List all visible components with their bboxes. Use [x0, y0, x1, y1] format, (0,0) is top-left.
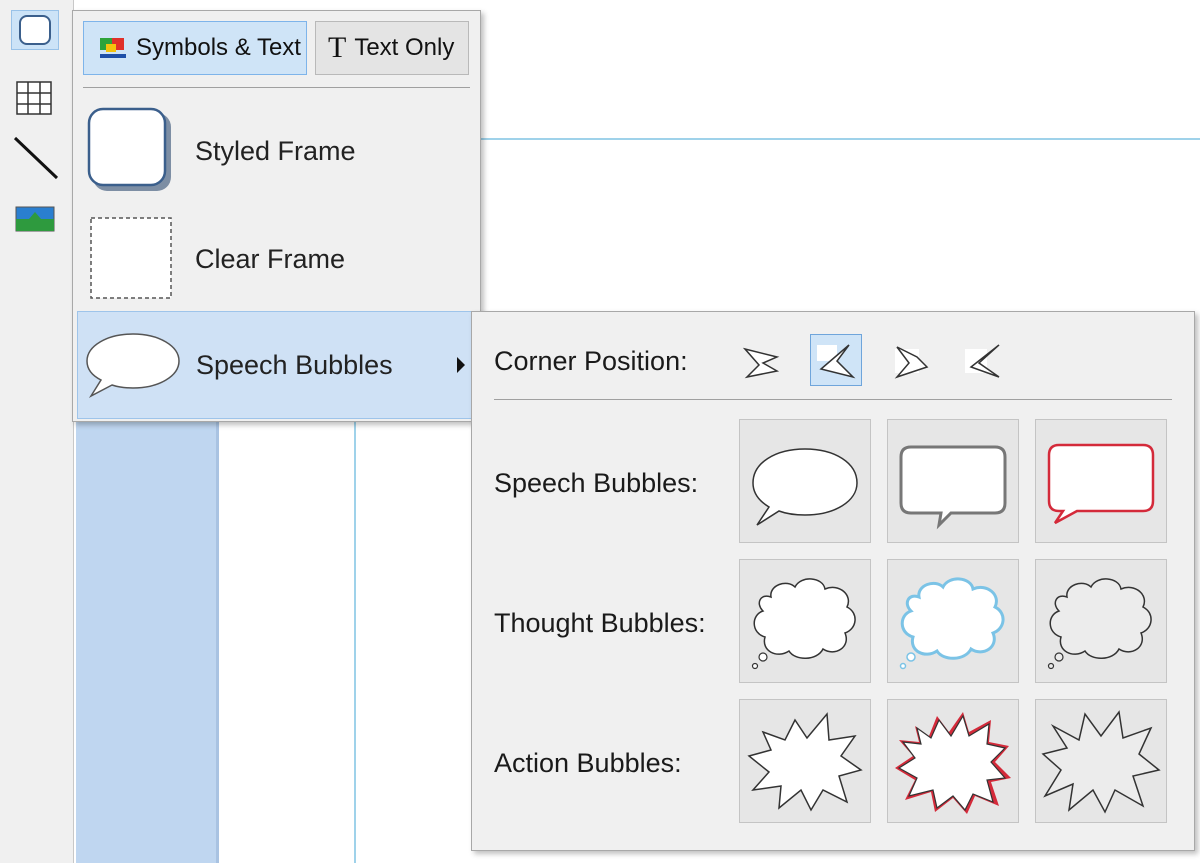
speech-bubble-icon [86, 333, 180, 398]
tail-bottom-left-selected-icon [817, 344, 856, 379]
thought-bubbles-row-label: Thought Bubbles: [494, 608, 706, 638]
thought-bubble-plain-option[interactable] [739, 559, 871, 683]
burst-action-bubble-icon [747, 712, 863, 812]
text-only-icon: T [328, 31, 347, 64]
menu-item-styled-frame[interactable]: Styled Frame [77, 97, 476, 205]
line-icon [13, 136, 59, 180]
speech-bubbles-submenu: Corner Position: Speech Bubbles: Thought… [471, 311, 1195, 851]
canvas-selected-column [76, 420, 219, 863]
styled-frame-icon [87, 107, 171, 191]
text-only-label: Text Only [354, 34, 455, 61]
speech-bubbles-row-label: Speech Bubbles: [494, 468, 699, 498]
table-tool-button[interactable] [11, 78, 59, 118]
page-guide-line-horizontal [480, 138, 1200, 140]
table-grid-icon [16, 81, 52, 115]
cloud-thought-bubble-icon [751, 578, 856, 670]
text-only-button[interactable]: T Text Only [315, 21, 469, 75]
action-bubble-red-option[interactable] [887, 699, 1019, 823]
submenu-divider [494, 399, 1172, 400]
menu-divider [83, 87, 470, 88]
left-toolbar [0, 0, 74, 863]
corner-bottom-right-button[interactable] [884, 334, 936, 386]
burst-action-bubble-grey-icon [1041, 710, 1161, 814]
tail-bottom-right-icon [894, 346, 929, 379]
action-bubble-plain-option[interactable] [739, 699, 871, 823]
tail-bottom-left-icon [742, 347, 780, 379]
menu-item-label: Speech Bubbles [196, 349, 393, 380]
oval-speech-bubble-icon [752, 448, 858, 526]
thought-bubble-blue-option[interactable] [887, 559, 1019, 683]
corner-top-right-button[interactable] [958, 334, 1010, 386]
burst-action-bubble-red-icon [895, 712, 1011, 814]
action-bubble-grey-option[interactable] [1035, 699, 1167, 823]
menu-item-label: Clear Frame [195, 243, 346, 274]
corner-bottom-left-button[interactable] [736, 334, 788, 386]
corner-bottom-left-tail-button[interactable] [810, 334, 862, 386]
clear-frame-icon [90, 217, 172, 299]
picture-tool-button[interactable] [11, 200, 59, 240]
page-guide-line-vertical [354, 420, 356, 863]
tail-top-right-icon [965, 344, 1000, 378]
corner-position-label: Corner Position: [494, 346, 688, 376]
menu-item-label: Styled Frame [195, 135, 356, 166]
menu-item-clear-frame[interactable]: Clear Frame [77, 205, 476, 313]
rect-speech-bubble-grey-icon [899, 445, 1007, 530]
submenu-arrow-icon [457, 357, 465, 373]
thought-bubble-grey-option[interactable] [1035, 559, 1167, 683]
symbols-icon [100, 38, 126, 58]
speech-bubble-rect-red-option[interactable] [1035, 419, 1167, 543]
action-bubbles-row-label: Action Bubbles: [494, 748, 682, 778]
symbols-and-text-button[interactable]: Symbols & Text [83, 21, 307, 75]
cloud-thought-bubble-grey-icon [1047, 578, 1152, 670]
frame-dropdown-menu: Symbols & Text T Text Only Styled Frame … [72, 10, 481, 422]
frame-tool-button[interactable] [11, 10, 59, 50]
menu-item-speech-bubbles[interactable]: Speech Bubbles [77, 311, 476, 419]
picture-icon [15, 206, 55, 232]
speech-bubble-oval-option[interactable] [739, 419, 871, 543]
line-tool-button[interactable] [11, 136, 59, 180]
speech-bubble-rect-grey-option[interactable] [887, 419, 1019, 543]
symbols-and-text-label: Symbols & Text [136, 34, 301, 61]
cloud-thought-bubble-blue-icon [899, 577, 1005, 670]
rect-speech-bubble-red-icon [1047, 443, 1155, 525]
frame-icon [19, 15, 51, 45]
